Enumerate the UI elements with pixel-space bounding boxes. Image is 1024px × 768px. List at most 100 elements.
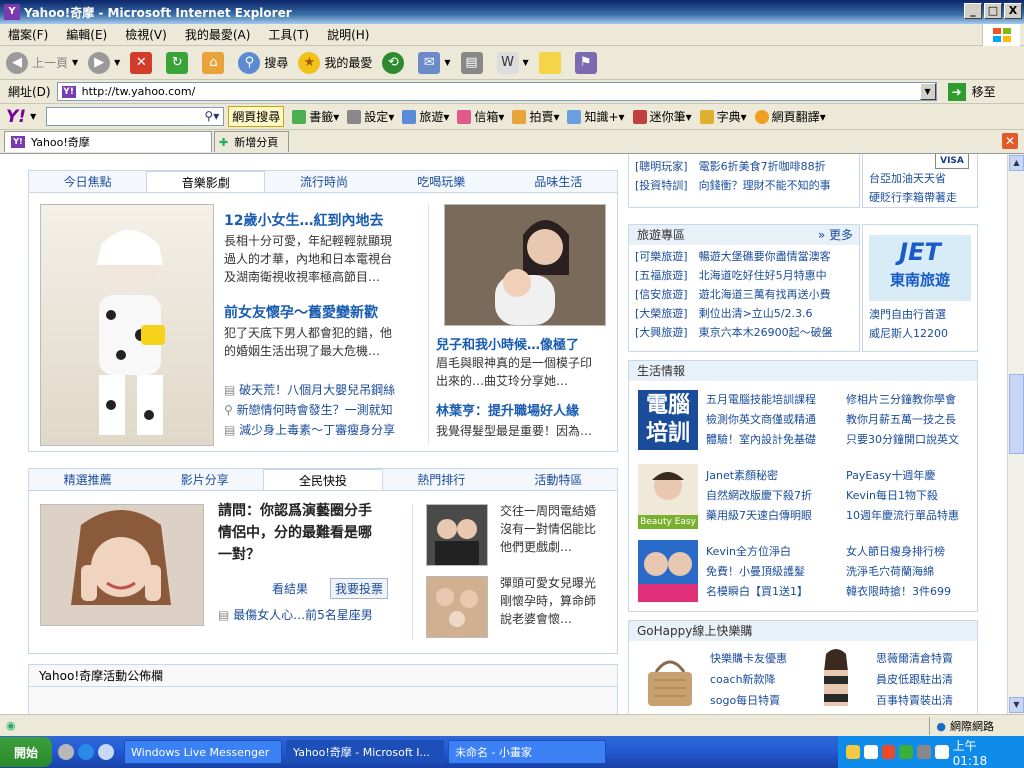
menu-favorites[interactable]: 我的最愛(A) xyxy=(185,26,251,43)
view-results-link[interactable]: 看結果 xyxy=(272,580,308,597)
promo-link[interactable]: 台亞加油天天省 xyxy=(869,169,971,188)
tray-icon[interactable] xyxy=(899,745,914,759)
vertical-scrollbar[interactable]: ▲ ▼ xyxy=(1007,154,1024,714)
stop-button[interactable]: ✕ xyxy=(130,51,156,74)
jet-link[interactable]: 威尼斯人12200 xyxy=(869,324,971,343)
story-6-text[interactable]: 彈頭可愛女兒曝光 剛懷孕時，算命師 說老婆會懷… xyxy=(500,574,596,628)
life-link[interactable]: 檢測你英文商僅或精通 xyxy=(706,410,816,430)
menu-file[interactable]: 檔案(F) xyxy=(8,26,48,43)
maximize-button[interactable]: □ xyxy=(984,3,1002,19)
couple-photo[interactable] xyxy=(426,504,488,566)
taskbar-ie[interactable]: Yahoo!奇摩 - Microsoft I... xyxy=(286,740,444,764)
yahoo-search-input[interactable]: ⚲▾ xyxy=(46,107,225,126)
scroll-thumb[interactable] xyxy=(1009,374,1024,454)
life-link[interactable]: 名模瞬白【買1送1】 xyxy=(706,582,808,602)
desktop-icon[interactable] xyxy=(98,744,114,760)
more-link[interactable]: » 更多 xyxy=(818,225,853,245)
yahoo-logo[interactable]: Y! xyxy=(6,107,26,127)
scroll-down-button[interactable]: ▼ xyxy=(1009,697,1024,713)
mail-button[interactable]: 信箱 ▾ xyxy=(457,108,504,125)
knowledge-button[interactable]: 知識+ ▾ xyxy=(567,108,625,125)
tray-icon[interactable] xyxy=(863,745,878,759)
vote-button[interactable]: 我要投票 xyxy=(330,578,389,599)
volume-icon[interactable] xyxy=(934,745,949,759)
print-button[interactable]: ▤ xyxy=(460,51,487,74)
life-link[interactable]: 洗淨毛穴荷蘭海綿 xyxy=(846,562,951,582)
ie-icon[interactable] xyxy=(78,744,94,760)
life-link[interactable]: 自然網改版慶下殺7折 xyxy=(706,486,812,506)
tab-food[interactable]: 吃喝玩樂 xyxy=(383,171,500,192)
headline-2[interactable]: 前女友懷孕～舊愛變新歡 xyxy=(224,302,378,322)
promo-link[interactable]: [聰明玩家] 電影6折美食7折咖啡88折 xyxy=(635,157,853,176)
menu-edit[interactable]: 編輯(E) xyxy=(66,26,107,43)
notes-button[interactable] xyxy=(538,51,565,74)
lingerie-image[interactable] xyxy=(806,648,866,710)
tab-events[interactable]: 活動特區 xyxy=(500,469,617,490)
history-button[interactable]: ⟲ xyxy=(382,51,408,74)
travel-link[interactable]: [大興旅遊] 東京六本木26900起～破盤 xyxy=(635,323,853,342)
tab-lifestyle[interactable]: 品味生活 xyxy=(500,171,617,192)
tab-video[interactable]: 影片分享 xyxy=(146,469,263,490)
life-link[interactable]: Kevin全方位淨白 xyxy=(706,542,808,562)
home-button[interactable]: ⌂ xyxy=(202,51,228,74)
life-link[interactable]: 只要30分鐘開口說英文 xyxy=(846,430,959,450)
back-button[interactable]: ◀ 上一頁 ▼ xyxy=(6,51,78,74)
shop-link[interactable]: sogo每日特賣 xyxy=(710,690,787,711)
link-item[interactable]: ▤ 破天荒！八個月大嬰兒吊鋼絲 xyxy=(224,380,395,400)
life-link[interactable]: 10週年慶流行單品特惠 xyxy=(846,506,959,526)
edit-button[interactable]: W ▼ xyxy=(496,51,529,74)
auction-button[interactable]: 拍賣 ▾ xyxy=(512,108,559,125)
travel-link[interactable]: [信安旅遊] 遊北海道三萬有找再送小費 xyxy=(635,285,853,304)
pc-training-banner[interactable]: 電腦 培訓 xyxy=(638,390,698,450)
address-input[interactable]: Y! http://tw.yahoo.com/ xyxy=(56,82,937,101)
life-link[interactable]: 藥用級7天速白傳明眼 xyxy=(706,506,812,526)
taskbar-paint[interactable]: 未命名 - 小畫家 xyxy=(448,740,606,764)
tab-picks[interactable]: 精選推薦 xyxy=(29,469,146,490)
poll-photo[interactable] xyxy=(40,504,204,626)
shop-link[interactable]: 快樂購卡友優惠 xyxy=(710,648,787,669)
handbag-image[interactable] xyxy=(640,648,700,710)
life-link[interactable]: 免費！小曼頂級護髮 xyxy=(706,562,808,582)
mother-baby-photo[interactable] xyxy=(444,204,606,326)
life-link[interactable]: 體驗！室內設計免基礎 xyxy=(706,430,816,450)
tab-vote[interactable]: 全民快投 xyxy=(263,469,383,490)
menu-view[interactable]: 檢視(V) xyxy=(125,26,167,43)
go-button[interactable]: ➜ 移至 xyxy=(947,82,996,101)
tray-icon[interactable] xyxy=(917,745,931,759)
tray-icon[interactable] xyxy=(846,745,860,759)
taskbar-messenger[interactable]: Windows Live Messenger xyxy=(124,740,282,764)
travel-link[interactable]: [大榮旅遊] 剩位出清>立山5/2.3.6 xyxy=(635,304,853,323)
story-5-text[interactable]: 交往一周閃電結婚 沒有一對情侶能比 他們更戲劇… xyxy=(500,502,596,556)
dictionary-button[interactable]: 字典 ▾ xyxy=(699,108,747,125)
tab-yahoo[interactable]: Y! Yahoo!奇摩 xyxy=(4,131,212,152)
new-tab-button[interactable]: ✚ 新增分頁 xyxy=(214,131,290,152)
clock[interactable]: 上午 01:18 xyxy=(953,737,1014,768)
web-search-button[interactable]: 網頁搜尋 xyxy=(228,106,285,127)
jet-link[interactable]: 澳門自由行首選 xyxy=(869,305,971,324)
settings-button[interactable]: 設定 ▾ xyxy=(347,108,394,125)
link-item[interactable]: ⚲ 新戀情何時會發生？一測就知 xyxy=(224,400,395,420)
life-link[interactable]: 五月電腦技能培訓課程 xyxy=(706,390,816,410)
travel-link[interactable]: [可樂旅遊] 暢遊大堡礁要你盡情當澳客 xyxy=(635,247,853,266)
link-item[interactable]: ▤ 減少身上毒素～丁審瘦身分享 xyxy=(224,420,395,440)
jet-logo[interactable]: JET 東南旅遊 xyxy=(869,235,971,301)
forward-button[interactable]: ▶ ▼ xyxy=(88,51,120,74)
life-link[interactable]: Kevin每日1物下殺 xyxy=(846,486,959,506)
scroll-up-button[interactable]: ▲ xyxy=(1009,155,1024,171)
search-button[interactable]: ⚲ 搜尋 xyxy=(238,51,288,74)
shop-link[interactable]: coach新款降 xyxy=(710,669,787,690)
family-photo[interactable] xyxy=(426,576,488,638)
girl-photo[interactable] xyxy=(40,204,214,446)
promo-link[interactable]: 硬貶行李箱帶著走 xyxy=(869,188,971,207)
minimize-button[interactable]: _ xyxy=(964,3,982,19)
mini-notes-button[interactable]: 迷你筆 ▾ xyxy=(632,108,692,125)
tab-ranking[interactable]: 熱門排行 xyxy=(383,469,500,490)
shop-link[interactable]: 思薇爾清倉特賣 xyxy=(876,648,953,669)
refresh-button[interactable]: ↻ xyxy=(166,51,192,74)
tab-today[interactable]: 今日焦點 xyxy=(29,171,146,192)
menu-help[interactable]: 說明(H) xyxy=(327,26,369,43)
promo-link[interactable]: [投資特訓] 向錢衝？理財不能不知的事 xyxy=(635,176,853,195)
address-dropdown-button[interactable]: ▼ xyxy=(919,83,936,100)
bookmarks-button[interactable]: 書籤 ▾ xyxy=(292,108,339,125)
life-link[interactable]: 女人節日瘦身排行榜 xyxy=(846,542,951,562)
